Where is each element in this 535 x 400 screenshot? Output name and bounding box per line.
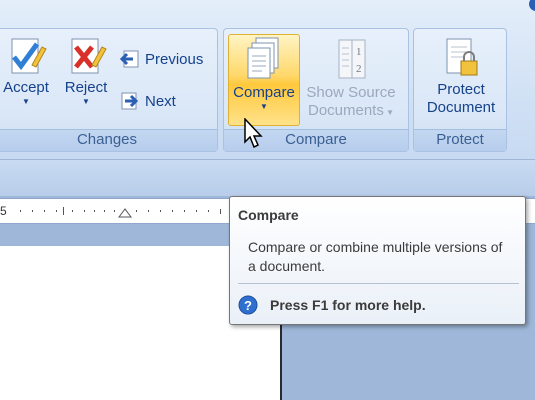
protect-group: Protect Document Protect [413, 28, 507, 152]
reject-icon [71, 38, 107, 74]
help-circle-icon: ? [238, 295, 258, 315]
reject-label: Reject [64, 79, 108, 96]
compare-button[interactable]: Compare ▼ [228, 36, 300, 112]
show-source-documents-icon: 1 2 [338, 39, 366, 79]
tooltip-separator [238, 283, 519, 284]
changes-group: Accept ▼ Reject ▼ Previous Next Changes [0, 28, 218, 152]
reject-button[interactable]: Reject ▼ [59, 35, 113, 107]
show-source-label-line2: Documents [307, 102, 384, 119]
next-button[interactable]: Next [119, 91, 176, 111]
protect-label-line1: Protect [437, 81, 485, 98]
previous-icon [119, 50, 139, 68]
changes-group-label: Changes [0, 129, 217, 151]
mouse-pointer-icon [244, 118, 263, 149]
compare-label: Compare [233, 84, 295, 101]
accept-icon [11, 38, 47, 74]
accept-label: Accept [3, 79, 49, 96]
show-source-dropdown-icon[interactable]: ▼ [384, 108, 394, 117]
accept-button[interactable]: Accept ▼ [0, 35, 53, 107]
svg-text:2: 2 [356, 63, 362, 75]
tooltip-help: ? Press F1 for more help. [238, 295, 426, 315]
protect-document-button[interactable]: Protect Document [418, 37, 504, 117]
ribbon-bottom-band [0, 160, 535, 196]
previous-button[interactable]: Previous [119, 49, 203, 69]
compare-icon [247, 37, 279, 79]
accept-dropdown-icon[interactable]: ▼ [0, 97, 53, 107]
svg-text:1: 1 [356, 46, 362, 58]
protect-group-label: Protect [414, 129, 506, 151]
protect-document-icon [446, 38, 478, 76]
help-icon[interactable] [526, 0, 535, 14]
compare-dropdown-icon[interactable]: ▼ [228, 102, 300, 112]
next-icon [121, 92, 139, 110]
show-source-label-line1: Show Source [306, 84, 396, 101]
tooltip-description: Compare or combine multiple versions of … [248, 239, 503, 274]
next-label: Next [145, 92, 176, 110]
ruler-ticks [20, 207, 221, 218]
tooltip-help-text: Press F1 for more help. [270, 297, 426, 313]
previous-label: Previous [145, 50, 204, 68]
svg-text:?: ? [244, 298, 252, 313]
ruler-indent-marker [118, 208, 132, 218]
ribbon: Accept ▼ Reject ▼ Previous Next Changes … [0, 0, 535, 160]
show-source-documents-button[interactable]: 1 2 Show Source Documents ▼ [302, 38, 400, 122]
protect-label-line2: Document [426, 99, 496, 116]
compare-tooltip: Compare Compare or combine multiple vers… [229, 196, 526, 325]
tooltip-title: Compare [238, 207, 299, 223]
reject-dropdown-icon[interactable]: ▼ [59, 97, 113, 107]
